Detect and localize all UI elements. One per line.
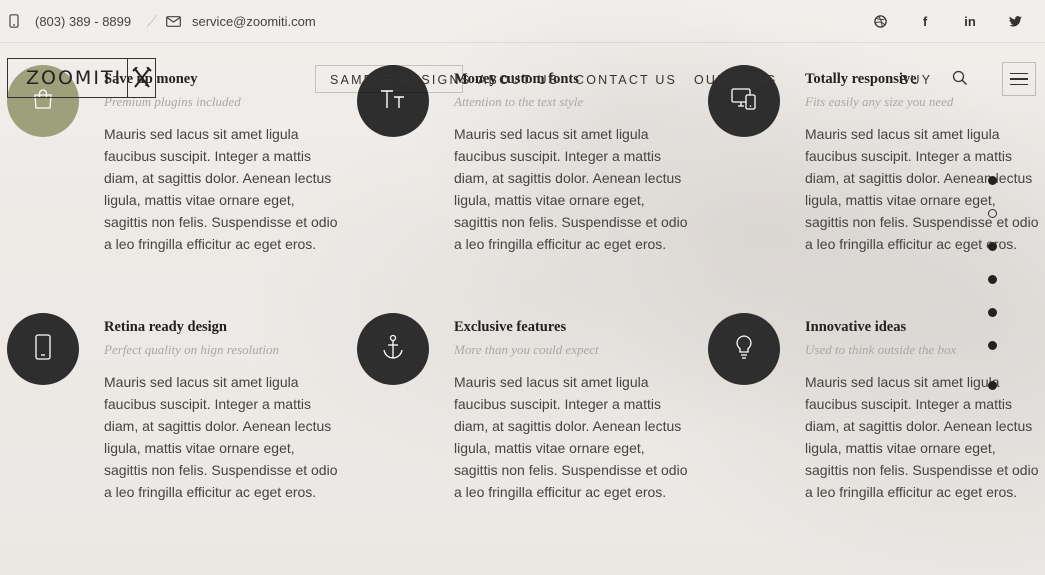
feature-icon-circle: [357, 313, 429, 385]
feature-subtitle: Perfect quality on hign resolution: [104, 342, 279, 357]
phone-icon: [9, 14, 19, 28]
separator-slash: [146, 14, 158, 28]
feature-title: Innovative ideas: [805, 319, 907, 335]
feature-description: Mauris sed lacus sit amet ligula faucibu…: [104, 126, 338, 252]
search-icon[interactable]: [952, 70, 970, 88]
section-dot[interactable]: [988, 275, 997, 284]
phone-contact[interactable]: (803) 389 - 8899: [9, 0, 131, 42]
envelope-icon: [166, 15, 181, 27]
feature-subtitle: More than you could expect: [454, 342, 599, 357]
feature-description: Mauris sed lacus sit amet ligula faucibu…: [454, 374, 688, 500]
nav-contact-us[interactable]: CONTACT US: [575, 70, 677, 90]
dribbble-icon[interactable]: [870, 11, 890, 31]
section-dot[interactable]: [988, 381, 997, 390]
feature-subtitle: Used to think outside the box: [805, 342, 957, 357]
top-bar: (803) 389 - 8899 service@zoomiti.com f i…: [0, 0, 1045, 43]
feature-icon-circle: [7, 313, 79, 385]
section-dot[interactable]: [988, 242, 997, 251]
nav-our-blog[interactable]: OUR BLOG: [694, 70, 778, 90]
feature-description: Mauris sed lacus sit amet ligula faucibu…: [454, 126, 688, 252]
email-address: service@zoomiti.com: [192, 13, 316, 29]
feature-title: Retina ready design: [104, 319, 227, 335]
logo-text: ZOOMITI: [26, 67, 123, 89]
section-dot-active[interactable]: [988, 209, 997, 218]
nav-about-us[interactable]: ABOUT US: [478, 70, 559, 90]
hamburger-line: [1010, 72, 1028, 75]
feature-icon-circle: [708, 313, 780, 385]
feature-description: Mauris sed lacus sit amet ligula faucibu…: [805, 126, 1039, 252]
nav-buy[interactable]: BUY: [900, 70, 932, 90]
crossed-tools-icon: [127, 59, 155, 97]
menu-toggle-button[interactable]: [1002, 62, 1036, 96]
email-contact[interactable]: service@zoomiti.com: [166, 0, 316, 42]
twitter-icon[interactable]: [1005, 11, 1025, 31]
lightbulb-icon: [734, 334, 754, 365]
feature-description: Mauris sed lacus sit amet ligula faucibu…: [104, 374, 338, 500]
mobile-phone-icon: [34, 333, 52, 365]
linkedin-icon[interactable]: in: [960, 11, 980, 31]
nav-sample-designs[interactable]: SAMPLE DESIGNS: [330, 70, 471, 90]
hamburger-line: [1010, 83, 1028, 86]
feature-description: Mauris sed lacus sit amet ligula faucibu…: [805, 374, 1039, 500]
section-dot[interactable]: [988, 308, 997, 317]
feature-subtitle: Attention to the text style: [454, 94, 584, 109]
phone-number: (803) 389 - 8899: [35, 13, 132, 29]
site-logo[interactable]: ZOOMITI: [7, 58, 156, 98]
feature-subtitle: Fits easily any size you need: [805, 94, 954, 109]
feature-title: Exclusive features: [454, 319, 567, 335]
hamburger-line: [1010, 78, 1028, 80]
section-dot[interactable]: [988, 176, 997, 185]
facebook-icon[interactable]: f: [915, 11, 935, 31]
responsive-devices-icon: [731, 87, 757, 116]
section-dot[interactable]: [988, 341, 997, 350]
anchor-icon: [381, 334, 405, 365]
